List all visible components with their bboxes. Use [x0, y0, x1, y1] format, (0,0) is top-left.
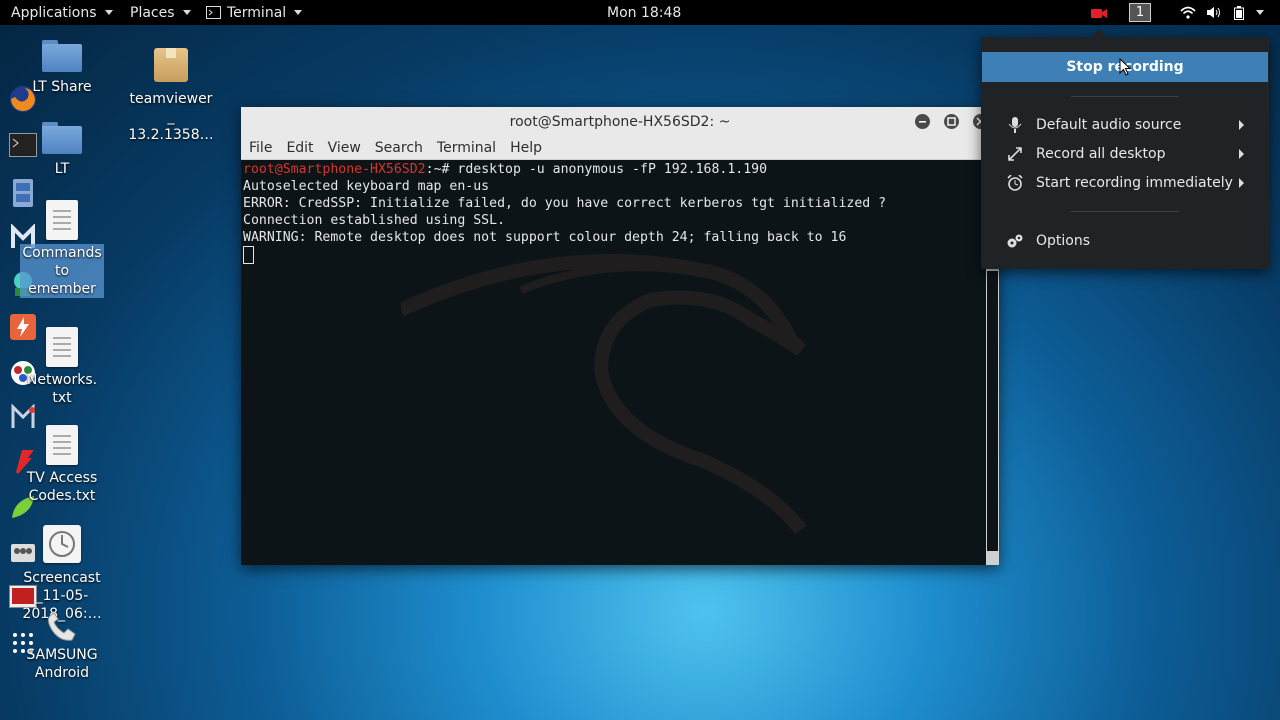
- desktop-icon-samsung[interactable]: SAMSUNG Android: [17, 612, 107, 682]
- desktop-icon-networks[interactable]: Networks. txt: [17, 327, 107, 407]
- text-file-icon: [46, 327, 78, 367]
- workspace-indicator[interactable]: 1: [1129, 0, 1151, 25]
- menu-view[interactable]: View: [328, 140, 361, 156]
- kali-dragon-watermark-icon: [401, 254, 807, 535]
- applications-menu[interactable]: Applications: [11, 0, 113, 25]
- terminal-app-menu[interactable]: Terminal: [206, 0, 303, 25]
- desktop-icon-label: SAMSUNG Android: [26, 647, 98, 681]
- minimize-button[interactable]: [915, 114, 930, 129]
- mouse-pointer-icon: [1119, 58, 1131, 76]
- chevron-right-icon: [1239, 120, 1244, 130]
- menu-item-start-recording-immediately[interactable]: Start recording immediately: [1006, 169, 1244, 197]
- menu-search[interactable]: Search: [375, 140, 423, 156]
- menu-item-default-audio-source[interactable]: Default audio source: [1006, 111, 1244, 139]
- chevron-down-icon: [182, 10, 191, 15]
- system-status-menu[interactable]: [1180, 0, 1264, 25]
- prompt-user: root@Smartphone-HX56SD2: [243, 162, 426, 177]
- menu-item-label: Options: [1036, 233, 1091, 249]
- workspace-number: 1: [1129, 3, 1151, 22]
- desktop-icon-teamviewer[interactable]: teamviewer _ 13.2.1358…: [126, 48, 216, 144]
- scrollbar-track: [987, 271, 998, 551]
- gears-icon: [1006, 232, 1024, 250]
- desktop-icon-label: TV Access Codes.txt: [26, 470, 98, 504]
- menu-item-label: Record all desktop: [1036, 146, 1166, 162]
- text-file-icon: [46, 425, 78, 465]
- terminal-window[interactable]: root@Smartphone-HX56SD2: ~ File Edit Vie…: [241, 107, 999, 565]
- maximize-icon: [947, 117, 956, 126]
- minimize-icon: [919, 121, 926, 123]
- wifi-icon: [1180, 6, 1196, 19]
- menu-file[interactable]: File: [249, 140, 272, 156]
- phone-icon: [47, 612, 76, 641]
- alarm-clock-icon: [1006, 174, 1024, 192]
- separator: [1071, 96, 1179, 97]
- battery-icon: [1234, 5, 1244, 20]
- separator: [1071, 211, 1179, 212]
- prompt-suffix: :~#: [425, 162, 458, 177]
- menu-item-label: Default audio source: [1036, 117, 1182, 133]
- desktop-icon-lt-share[interactable]: LT Share: [17, 38, 107, 96]
- applications-label: Applications: [11, 4, 97, 21]
- folder-icon: [42, 120, 82, 154]
- command-text: rdesktop -u anonymous -fP 192.168.1.190: [457, 162, 768, 177]
- menu-terminal[interactable]: Terminal: [437, 140, 496, 156]
- top-panel: Applications Places Terminal Mon 18:48 1: [0, 0, 1280, 25]
- menu-item-label: Start recording immediately: [1036, 175, 1233, 191]
- maximize-button[interactable]: [944, 114, 959, 129]
- clock[interactable]: Mon 18:48: [607, 0, 681, 25]
- terminal-titlebar[interactable]: root@Smartphone-HX56SD2: ~: [241, 107, 999, 137]
- chevron-down-icon: [1256, 10, 1264, 15]
- chevron-right-icon: [1239, 149, 1244, 159]
- output-line: Autoselected keyboard map en-us: [243, 179, 490, 194]
- chevron-down-icon: [294, 10, 303, 15]
- chevron-down-icon: [104, 10, 113, 15]
- text-file-icon: [46, 200, 78, 240]
- camera-record-icon: [1091, 8, 1107, 18]
- desktop-icon-label: teamviewer _ 13.2.1358…: [128, 91, 214, 143]
- desktop-icon-label: Networks. txt: [26, 372, 98, 406]
- text-cursor: [243, 246, 254, 264]
- expand-icon: [1006, 145, 1024, 163]
- menu-help[interactable]: Help: [510, 140, 542, 156]
- folder-icon: [42, 38, 82, 72]
- output-line: Connection established using SSL.: [243, 213, 506, 228]
- terminal-title: root@Smartphone-HX56SD2: ~: [509, 114, 731, 130]
- places-menu[interactable]: Places: [130, 0, 191, 25]
- menu-item-options[interactable]: Options: [1006, 227, 1244, 255]
- menu-edit[interactable]: Edit: [286, 140, 313, 156]
- menu-item-record-all-desktop[interactable]: Record all desktop: [1006, 140, 1244, 168]
- output-line: ERROR: CredSSP: Initialize failed, do yo…: [243, 196, 887, 211]
- desktop-icon-label: LT: [54, 161, 70, 177]
- chevron-right-icon: [1239, 178, 1244, 188]
- desktop-icon-screencast[interactable]: Screencast _11-05- 2018_06:…: [17, 525, 107, 623]
- desktop-icon-lt[interactable]: LT: [17, 120, 107, 178]
- video-file-icon: [43, 525, 81, 563]
- recording-indicator[interactable]: [1091, 0, 1107, 25]
- desktop-icon-label: Commands to emember: [20, 244, 104, 298]
- volume-icon: [1207, 7, 1220, 18]
- terminal-icon: [206, 6, 221, 19]
- desktop-icon-label: LT Share: [32, 79, 92, 95]
- command-line: root@Smartphone-HX56SD2:~# rdesktop -u a…: [243, 161, 999, 178]
- microphone-icon: [1006, 116, 1024, 134]
- places-label: Places: [130, 4, 175, 21]
- terminal-app-label: Terminal: [227, 4, 287, 21]
- desktop-icon-commands[interactable]: Commands to emember: [17, 200, 107, 298]
- package-icon: [154, 48, 188, 82]
- desktop-icon-tv-access[interactable]: TV Access Codes.txt: [17, 425, 107, 505]
- clock-label: Mon 18:48: [607, 4, 682, 21]
- terminal-output[interactable]: root@Smartphone-HX56SD2:~# rdesktop -u a…: [241, 160, 999, 565]
- terminal-menubar: File Edit View Search Terminal Help: [241, 137, 999, 160]
